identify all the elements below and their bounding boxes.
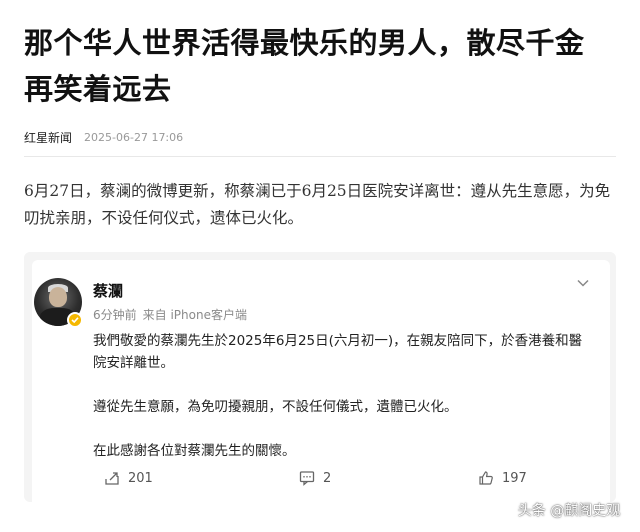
- weibo-post-line: 在此感謝各位對蔡瀾先生的關懷。: [93, 443, 296, 459]
- chevron-down-icon[interactable]: [576, 276, 590, 290]
- comment-icon: [299, 471, 315, 486]
- divider: [24, 156, 616, 157]
- weibo-time: 6分钟前: [93, 308, 137, 322]
- weibo-author[interactable]: 蔡瀾: [93, 280, 123, 301]
- weibo-post-line: 遵從先生意願，為免叨擾親朋，不設任何儀式，遺體已火化。: [93, 399, 458, 415]
- repost-icon: [105, 472, 119, 485]
- weibo-post-line: 院安詳離世。: [93, 355, 174, 371]
- comment-button[interactable]: 2: [299, 470, 331, 486]
- weibo-post-line: 我們敬愛的蔡瀾先生於2025年6月25日(六月初一)，在親友陪同下，於香港養和醫: [93, 333, 583, 349]
- article-title-line2: 再笑着远去: [24, 72, 172, 106]
- article-meta: 红星新闻 2025-06-27 17:06: [24, 128, 183, 146]
- verified-badge-icon: [67, 312, 83, 328]
- article-source[interactable]: 红星新闻: [24, 129, 72, 146]
- like-count: 197: [502, 470, 527, 486]
- article-title: 那个华人世界活得最快乐的男人，散尽千金 再笑着远去: [24, 20, 624, 112]
- weibo-post-text: 我們敬愛的蔡瀾先生於2025年6月25日(六月初一)，在親友陪同下，於香港養和醫…: [93, 330, 603, 462]
- comment-count: 2: [323, 470, 332, 486]
- article-title-line1: 那个华人世界活得最快乐的男人，散尽千金: [24, 26, 585, 60]
- article-paragraph: 6月27日，蔡澜的微博更新，称蔡澜已于6月25日医院安详离世：遵从先生意愿，为免…: [24, 182, 611, 227]
- weibo-subline: 6分钟前 来自 iPhone客户端: [93, 306, 247, 323]
- weibo-actions: 201 2 197: [24, 470, 616, 492]
- watermark: 头条 @麒阁史观: [517, 503, 621, 519]
- repost-count: 201: [128, 470, 153, 486]
- thumbs-up-icon: [479, 471, 493, 485]
- avatar-head: [49, 287, 67, 307]
- article-date: 2025-06-27 17:06: [84, 130, 184, 144]
- repost-button[interactable]: 201: [104, 470, 153, 486]
- like-button[interactable]: 197: [478, 470, 527, 486]
- weibo-via: 来自 iPhone客户端: [142, 308, 247, 322]
